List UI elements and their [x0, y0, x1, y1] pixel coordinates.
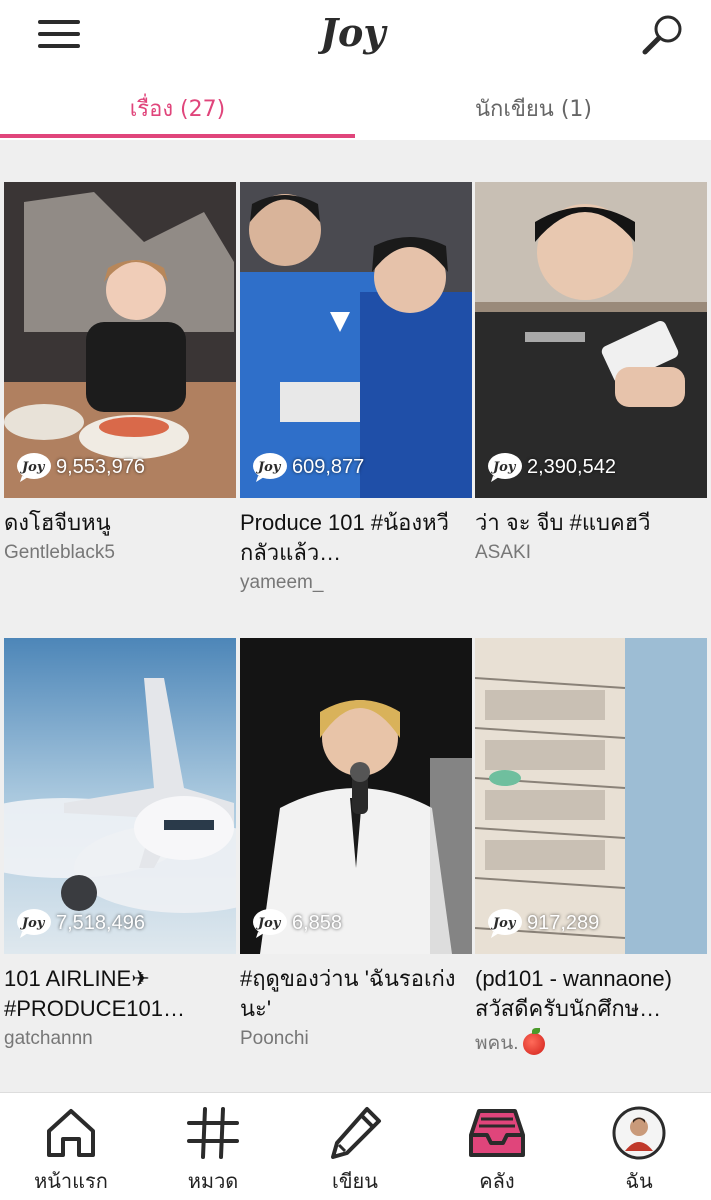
tab-stories[interactable]: เรื่อง (27) [0, 72, 355, 140]
svg-text:Joy: Joy [490, 916, 517, 931]
story-cover: Joy 7,518,496 [4, 638, 236, 954]
svg-text:Joy: Joy [490, 460, 517, 475]
story-author[interactable]: gatchannn [4, 1028, 236, 1050]
story-title: Produce 101 #น้องหวีกลัวแล้ว… [240, 510, 449, 565]
story-cover: Joy 609,877 [240, 182, 472, 498]
avatar [612, 1106, 666, 1160]
apple-emoji-icon [522, 1027, 545, 1055]
story-author[interactable]: ASAKI [475, 542, 707, 564]
story-cover: Joy 6,858 [240, 638, 472, 954]
story-cover: Joy 2,390,542 [475, 182, 707, 498]
nav-me-label: ฉัน [625, 1169, 653, 1193]
bottom-nav: หน้าแรก หมวด เขียน คลัง ฉัน [0, 1092, 711, 1200]
nav-home[interactable]: หน้าแรก [0, 1093, 142, 1200]
svg-text:Joy: Joy [255, 916, 282, 931]
tab-writers[interactable]: นักเขียน (1) [356, 72, 711, 140]
nav-library-label: คลัง [479, 1169, 515, 1193]
pencil-icon [331, 1107, 381, 1159]
joy-logo: Joy [318, 10, 388, 55]
story-title: (pd101 - wannaone) สวัสดีครับนักศึกษ… [475, 966, 672, 1021]
svg-text:Joy: Joy [19, 460, 46, 475]
story-card[interactable]: Joy 6,858 #ฤดูของว่าน 'ฉันรอเก่งนะ' Poon… [240, 638, 472, 1050]
joy-badge-icon: Joy [488, 909, 522, 938]
view-count: Joy 917,289 [487, 906, 599, 940]
story-author[interactable]: yameem_ [240, 572, 472, 594]
view-count-value: 917,289 [527, 911, 600, 934]
nav-categories-label: หมวด [187, 1169, 239, 1193]
view-count: Joy 9,553,976 [16, 450, 145, 484]
home-icon [47, 1109, 95, 1157]
nav-write-label: เขียน [332, 1169, 378, 1193]
view-count-value: 9,553,976 [56, 455, 145, 478]
hamburger-icon[interactable] [38, 20, 80, 48]
view-count: Joy 2,390,542 [487, 450, 616, 484]
nav-categories[interactable]: หมวด [142, 1093, 284, 1200]
story-author[interactable]: Poonchi [240, 1028, 472, 1050]
view-count: Joy 7,518,496 [16, 906, 145, 940]
library-tray-icon [469, 1109, 525, 1157]
svg-text:Joy: Joy [318, 10, 388, 55]
joy-badge-icon: Joy [488, 453, 522, 482]
view-count-value: 2,390,542 [527, 455, 616, 478]
view-count: Joy 609,877 [252, 450, 364, 484]
story-card[interactable]: Joy 2,390,542 ว่า จะ จีบ #แบคฮวี ASAKI [475, 182, 707, 564]
story-cover: Joy 9,553,976 [4, 182, 236, 498]
active-tab-indicator [0, 134, 355, 138]
story-title: ว่า จะ จีบ #แบคฮวี [475, 510, 651, 535]
story-cover: Joy 917,289 [475, 638, 707, 954]
joy-badge-icon: Joy [253, 453, 287, 482]
story-title: #ฤดูของว่าน 'ฉันรอเก่งนะ' [240, 966, 456, 1021]
view-count-value: 609,877 [292, 455, 365, 478]
svg-text:Joy: Joy [255, 460, 282, 475]
view-count: Joy 6,858 [252, 906, 342, 940]
story-author[interactable]: พคน. [475, 1027, 707, 1058]
story-card[interactable]: Joy 609,877 Produce 101 #น้องหวีกลัวแล้ว… [240, 182, 472, 594]
joy-badge-icon: Joy [17, 909, 51, 938]
story-title: 101 AIRLINE✈ #PRODUCE101… [4, 966, 185, 1021]
top-bar: Joy [0, 0, 711, 72]
story-title: ดงโฮจีบหนู [4, 510, 111, 535]
story-author-name: พคน. [475, 1033, 519, 1054]
story-card[interactable]: Joy 9,553,976 ดงโฮจีบหนู Gentleblack5 [4, 182, 236, 564]
tab-bar: เรื่อง (27) นักเขียน (1) [0, 72, 711, 140]
view-count-value: 7,518,496 [56, 911, 145, 934]
nav-home-label: หน้าแรก [34, 1169, 108, 1193]
svg-text:Joy: Joy [19, 916, 46, 931]
story-card[interactable]: Joy 7,518,496 101 AIRLINE✈ #PRODUCE101… … [4, 638, 236, 1050]
hashtag-icon [187, 1107, 239, 1159]
joy-badge-icon: Joy [17, 453, 51, 482]
nav-write[interactable]: เขียน [284, 1093, 426, 1200]
search-icon[interactable] [640, 12, 686, 58]
nav-library[interactable]: คลัง [426, 1093, 568, 1200]
joy-badge-icon: Joy [253, 909, 287, 938]
nav-me[interactable]: ฉัน [568, 1093, 710, 1200]
story-author[interactable]: Gentleblack5 [4, 542, 236, 564]
view-count-value: 6,858 [292, 911, 343, 934]
story-card[interactable]: Joy 917,289 (pd101 - wannaone) สวัสดีครั… [475, 638, 707, 1058]
